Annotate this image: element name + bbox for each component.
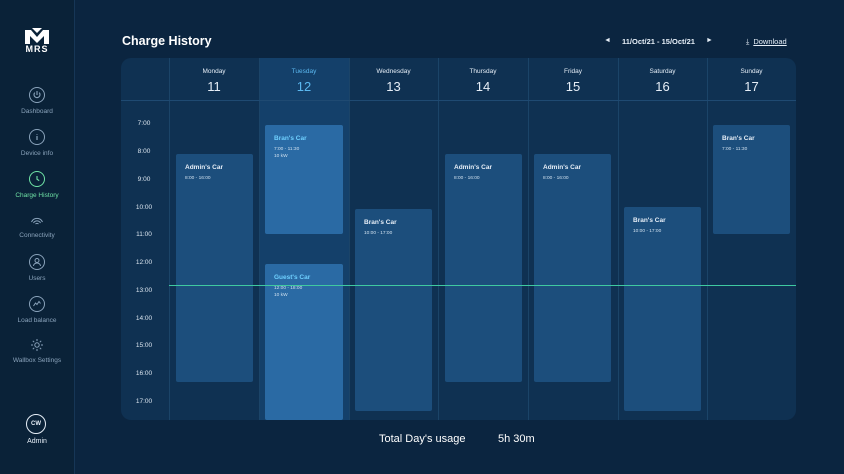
next-week-button[interactable]: ► xyxy=(706,37,713,44)
download-label: Download xyxy=(753,37,787,46)
date-range: 11/Oct/21 - 15/Oct/21 xyxy=(622,37,695,46)
balance-icon xyxy=(29,296,45,312)
charge-session-event[interactable]: Bran's Car 7:00 - 11:30 xyxy=(713,125,790,234)
event-time: 8:00 - 16:00 xyxy=(185,176,211,181)
total-usage-value: 5h 30m xyxy=(498,433,535,445)
hour-label: 11:00 xyxy=(136,231,152,238)
sidebar-item-dashboard[interactable]: Dashboard xyxy=(0,87,74,115)
hour-label: 10:00 xyxy=(135,204,153,211)
event-title: Guest's Car xyxy=(274,274,311,281)
day-name: Sunday xyxy=(740,68,763,75)
event-power: 10 kW xyxy=(274,154,288,159)
day-name: Wednesday xyxy=(376,68,411,75)
event-title: Admin's Car xyxy=(454,164,493,171)
charge-session-event[interactable]: Bran's Car 7:00 - 11:30 10 kW xyxy=(265,125,343,234)
event-title: Bran's Car xyxy=(722,135,755,142)
day-name: Saturday xyxy=(649,68,676,75)
event-title: Bran's Car xyxy=(364,219,397,226)
event-time: 7:00 - 11:30 xyxy=(274,147,300,152)
day-name: Monday xyxy=(202,68,226,75)
download-button[interactable]: ⤓ Download xyxy=(746,37,787,47)
day-header-sunday[interactable]: Sunday 17 xyxy=(707,58,796,100)
logo-text: MRS xyxy=(25,44,49,54)
charge-session-event[interactable]: Bran's Car 10:00 - 17:00 xyxy=(624,207,701,411)
day-date: 11 xyxy=(207,79,221,94)
calendar: Monday 11 Tuesday 12 Wednesday 13 Thursd… xyxy=(121,58,796,420)
sidebar-item-label: Wallbox Settings xyxy=(12,357,62,364)
sidebar-item-users[interactable]: Users xyxy=(0,254,74,282)
day-header-wednesday[interactable]: Wednesday 13 xyxy=(349,58,438,100)
day-date: 12 xyxy=(296,79,312,94)
event-time: 7:00 - 11:30 xyxy=(722,147,748,152)
day-name: Tuesday xyxy=(291,68,317,75)
page-title: Charge History xyxy=(122,34,212,48)
event-power: 10 kW xyxy=(274,293,288,298)
charge-session-event[interactable]: Admin's Car 8:00 - 16:00 xyxy=(445,154,522,382)
info-icon xyxy=(29,129,45,145)
day-date: 15 xyxy=(565,79,581,94)
event-time: 10:00 - 17:00 xyxy=(633,229,662,234)
sidebar-item-label: Charge History xyxy=(15,192,59,199)
day-date: 17 xyxy=(744,79,759,94)
gear-icon xyxy=(30,338,44,352)
day-header-saturday[interactable]: Saturday 16 xyxy=(618,58,707,100)
prev-week-button[interactable]: ◄ xyxy=(604,37,611,44)
day-header-tuesday[interactable]: Tuesday 12 xyxy=(259,58,349,100)
user-icon xyxy=(29,254,45,270)
day-date: 14 xyxy=(475,79,491,94)
sidebar-item-load-balance[interactable]: Load balance xyxy=(0,296,74,324)
day-name: Thursday xyxy=(469,68,497,75)
chevron-right-icon: ► xyxy=(706,37,713,44)
total-usage-label: Total Day's usage xyxy=(379,433,466,445)
hour-label: 14:00 xyxy=(135,315,153,322)
sidebar: MRS Dashboard Device info Charge History… xyxy=(0,0,75,474)
download-icon: ⤓ xyxy=(746,37,750,46)
sidebar-item-label: Users xyxy=(28,275,46,282)
event-title: Admin's Car xyxy=(185,164,224,171)
event-title: Bran's Car xyxy=(633,217,666,224)
hour-label: 12:00 xyxy=(135,259,153,266)
hour-label: 15:00 xyxy=(135,342,153,349)
event-time: 10:00 - 17:00 xyxy=(364,231,393,236)
charge-session-event[interactable]: Guest's Car 12:00 - 18:00 10 kW xyxy=(265,264,343,420)
charge-session-event[interactable]: Admin's Car 8:00 - 16:00 xyxy=(534,154,611,382)
hour-label: 7:00 xyxy=(137,120,151,127)
day-header-monday[interactable]: Monday 11 xyxy=(169,58,259,100)
event-time: 12:00 - 18:00 xyxy=(274,286,303,291)
hour-label: 16:00 xyxy=(135,370,153,377)
day-header-friday[interactable]: Friday 15 xyxy=(528,58,618,100)
event-title: Bran's Car xyxy=(274,135,307,142)
clock-icon xyxy=(29,171,45,187)
sidebar-item-label: Connectivity xyxy=(19,232,55,239)
logo-mark-icon xyxy=(25,28,49,44)
chevron-left-icon: ◄ xyxy=(604,37,611,44)
event-time: 8:00 - 16:00 xyxy=(543,176,569,181)
sidebar-item-device-info[interactable]: Device info xyxy=(0,129,74,157)
sidebar-item-wallbox-settings[interactable]: Wallbox Settings xyxy=(0,338,74,364)
day-date: 16 xyxy=(655,79,670,94)
charge-session-event[interactable]: Bran's Car 10:00 - 17:00 xyxy=(355,209,432,411)
sidebar-item-label: Load balance xyxy=(17,317,57,324)
hour-label: 9:00 xyxy=(137,176,151,183)
day-date: 13 xyxy=(386,79,401,94)
wifi-icon xyxy=(30,213,44,227)
hour-label: 13:00 xyxy=(135,287,153,294)
event-title: Admin's Car xyxy=(543,164,582,171)
day-header-thursday[interactable]: Thursday 14 xyxy=(438,58,528,100)
sidebar-item-label: Dashboard xyxy=(21,108,53,115)
sidebar-item-label: Device info xyxy=(20,150,54,157)
charge-session-event[interactable]: Admin's Car 8:00 - 16:00 xyxy=(176,154,253,382)
power-icon xyxy=(29,87,45,103)
event-time: 8:00 - 16:00 xyxy=(454,176,480,181)
sidebar-item-connectivity[interactable]: Connectivity xyxy=(0,213,74,239)
user-role: Admin xyxy=(27,438,47,445)
current-time-indicator xyxy=(169,285,796,286)
hour-label: 17:00 xyxy=(135,398,153,405)
brand-logo[interactable]: MRS xyxy=(18,26,56,54)
sidebar-item-charge-history[interactable]: Charge History xyxy=(0,171,74,199)
hour-label: 8:00 xyxy=(137,148,151,155)
avatar[interactable]: CW xyxy=(26,414,46,434)
day-name: Friday xyxy=(563,68,583,75)
